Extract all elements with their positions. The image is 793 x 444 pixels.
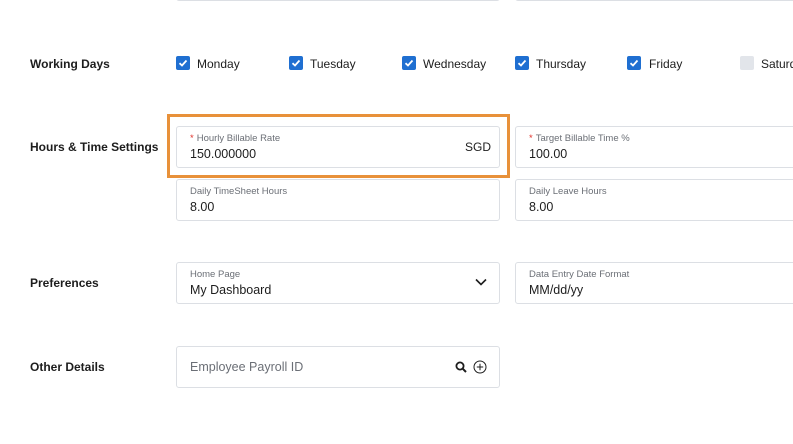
- date-format-label: Data Entry Date Format: [529, 269, 630, 280]
- check-icon: [629, 59, 639, 67]
- search-icon[interactable]: [455, 361, 467, 373]
- wednesday-checkbox[interactable]: [402, 56, 416, 70]
- check-icon: [517, 59, 527, 67]
- chevron-down-icon[interactable]: [475, 278, 487, 286]
- tuesday-checkbox[interactable]: [289, 56, 303, 70]
- employee-payroll-id-placeholder[interactable]: Employee Payroll ID: [190, 360, 303, 374]
- top-field-left[interactable]: [176, 0, 500, 1]
- tuesday-label: Tuesday: [310, 57, 356, 71]
- saturday-checkbox[interactable]: [740, 56, 754, 70]
- monday-checkbox[interactable]: [176, 56, 190, 70]
- required-marker: *: [529, 133, 533, 144]
- daily-leave-hours-label: Daily Leave Hours: [529, 186, 607, 197]
- monday-label: Monday: [197, 57, 240, 71]
- target-billable-time-field[interactable]: * Target Billable Time % 100.00: [515, 126, 793, 168]
- daily-leave-hours-value[interactable]: 8.00: [529, 200, 553, 214]
- date-format-field[interactable]: Data Entry Date Format MM/dd/yy: [515, 262, 793, 304]
- working-days-label: Working Days: [30, 57, 110, 71]
- plus-circle-icon[interactable]: [473, 360, 487, 374]
- thursday-checkbox[interactable]: [515, 56, 529, 70]
- target-billable-time-value[interactable]: 100.00: [529, 147, 567, 161]
- date-format-value[interactable]: MM/dd/yy: [529, 283, 583, 297]
- saturday-label: Saturd: [761, 57, 793, 71]
- home-page-label: Home Page: [190, 269, 241, 280]
- check-icon: [291, 59, 301, 67]
- wednesday-label: Wednesday: [423, 57, 487, 71]
- thursday-label: Thursday: [536, 57, 587, 71]
- daily-leave-hours-field[interactable]: Daily Leave Hours 8.00: [515, 179, 793, 221]
- friday-label: Friday: [649, 57, 683, 71]
- home-page-value: My Dashboard: [190, 283, 272, 297]
- employee-payroll-id-field[interactable]: Employee Payroll ID: [176, 346, 500, 388]
- top-field-right[interactable]: [515, 0, 793, 1]
- daily-timesheet-hours-label: Daily TimeSheet Hours: [190, 186, 288, 197]
- highlight-box: [167, 114, 510, 178]
- check-icon: [178, 59, 188, 67]
- daily-timesheet-hours-value[interactable]: 8.00: [190, 200, 214, 214]
- friday-checkbox[interactable]: [627, 56, 641, 70]
- check-icon: [404, 59, 414, 67]
- preferences-label: Preferences: [30, 276, 99, 290]
- home-page-select[interactable]: Home Page My Dashboard: [176, 262, 500, 304]
- daily-timesheet-hours-field[interactable]: Daily TimeSheet Hours 8.00: [176, 179, 500, 221]
- hours-time-settings-label: Hours & Time Settings: [30, 140, 159, 154]
- other-details-label: Other Details: [30, 360, 105, 374]
- target-billable-time-label: * Target Billable Time %: [529, 133, 630, 144]
